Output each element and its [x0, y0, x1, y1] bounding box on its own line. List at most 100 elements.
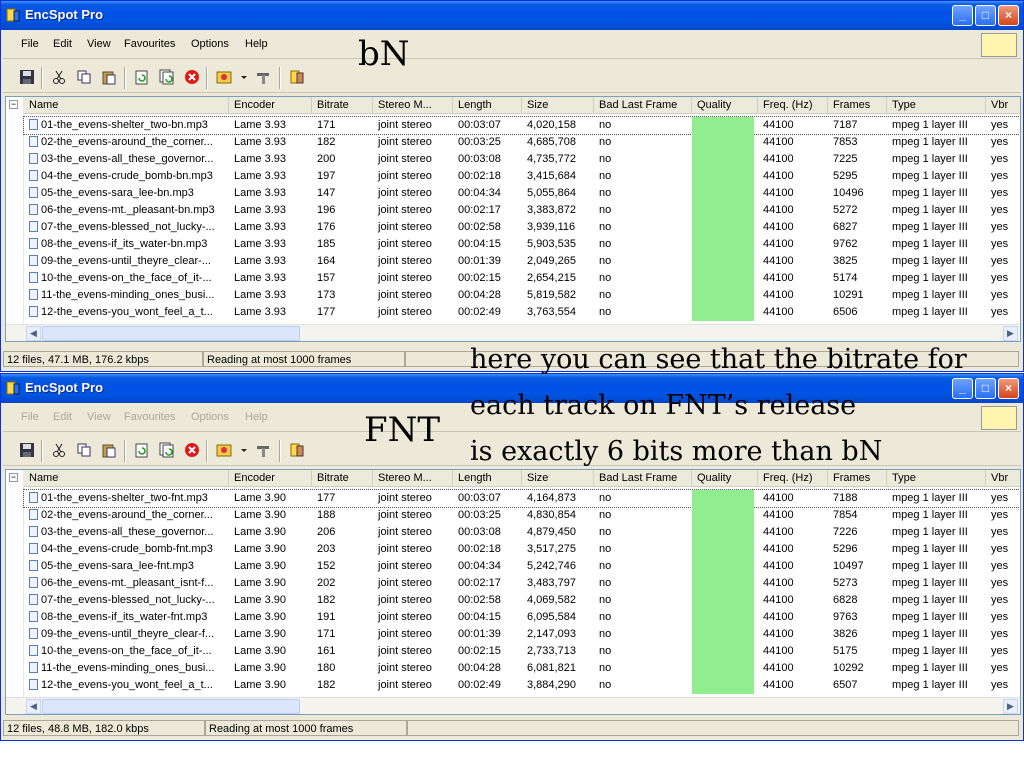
- collapse-icon[interactable]: −: [9, 473, 18, 482]
- column-header-vbr[interactable]: Vbr: [986, 97, 1020, 114]
- cut-icon[interactable]: [51, 442, 67, 458]
- table-row[interactable]: 09-the_evens-until_theyre_clear-... Lame …: [24, 253, 1020, 270]
- tools-icon[interactable]: [255, 442, 271, 458]
- table-row[interactable]: 11-the_evens-minding_ones_busi... Lame 3.…: [24, 660, 1020, 677]
- column-header-encoder[interactable]: Encoder: [229, 470, 312, 487]
- scroll-right-icon[interactable]: ▶: [1003, 326, 1018, 341]
- stop-icon[interactable]: [184, 442, 200, 458]
- scroll-thumb[interactable]: [42, 699, 300, 714]
- table-row[interactable]: 03-the_evens-all_these_governor... Lame 3…: [24, 524, 1020, 541]
- table-row[interactable]: 02-the_evens-around_the_corner... Lame 3.…: [24, 134, 1020, 151]
- about-icon[interactable]: [289, 442, 305, 458]
- maximize-button[interactable]: □: [975, 5, 996, 26]
- file-list[interactable]: − Name Encoder Bitrate Stereo M... Length Siz…: [5, 96, 1021, 342]
- refresh-all-icon[interactable]: [159, 442, 175, 458]
- save-icon[interactable]: [19, 442, 35, 458]
- stop-icon[interactable]: [184, 69, 200, 85]
- column-header-size[interactable]: Size: [522, 97, 594, 114]
- menu-view[interactable]: View: [87, 38, 111, 50]
- about-icon[interactable]: [289, 69, 305, 85]
- cell-frequency: 44100: [763, 645, 794, 657]
- table-row[interactable]: 10-the_evens-on_the_face_of_it-... Lame 3…: [24, 643, 1020, 660]
- close-button[interactable]: ×: [998, 5, 1019, 26]
- menu-help[interactable]: Help: [245, 38, 268, 50]
- column-header-bitrate[interactable]: Bitrate: [312, 97, 373, 114]
- tools-icon[interactable]: [255, 69, 271, 85]
- column-header-stereo-mode[interactable]: Stereo M...: [373, 97, 453, 114]
- dropdown-arrow-icon[interactable]: [239, 442, 249, 458]
- column-header-encoder[interactable]: Encoder: [229, 97, 312, 114]
- refresh-icon[interactable]: [134, 69, 150, 85]
- maximize-button[interactable]: □: [975, 378, 996, 399]
- scroll-thumb[interactable]: [42, 326, 300, 341]
- column-header-bitrate[interactable]: Bitrate: [312, 470, 373, 487]
- menu-favourites[interactable]: Favourites: [124, 38, 175, 50]
- table-row[interactable]: 11-the_evens-minding_ones_busi... Lame 3.…: [24, 287, 1020, 304]
- menu-file[interactable]: File: [21, 38, 39, 50]
- horizontal-scrollbar[interactable]: ◀ ▶: [6, 697, 1020, 714]
- column-header-name[interactable]: Name: [24, 97, 229, 114]
- table-row[interactable]: 02-the_evens-around_the_corner... Lame 3.…: [24, 507, 1020, 524]
- column-header-type[interactable]: Type: [887, 97, 986, 114]
- column-header-quality[interactable]: Quality: [692, 97, 758, 114]
- menu-edit[interactable]: Edit: [53, 411, 72, 423]
- menu-favourites[interactable]: Favourites: [124, 411, 175, 423]
- collapse-icon[interactable]: −: [9, 100, 18, 109]
- table-row[interactable]: 01-the_evens-shelter_two-bn.mp3 Lame 3.93…: [23, 116, 1020, 135]
- table-row[interactable]: 03-the_evens-all_these_governor... Lame 3…: [24, 151, 1020, 168]
- table-row[interactable]: 08-the_evens-if_its_water-fnt.mp3 Lame 3.…: [24, 609, 1020, 626]
- scroll-left-icon[interactable]: ◀: [26, 326, 41, 341]
- column-header-stereo-mode[interactable]: Stereo M...: [373, 470, 453, 487]
- cell-stereo-mode: joint stereo: [378, 289, 432, 301]
- cell-type: mpeg 1 layer III: [892, 221, 968, 233]
- favourites-icon[interactable]: [216, 442, 232, 458]
- table-row[interactable]: 10-the_evens-on_the_face_of_it-... Lame 3…: [24, 270, 1020, 287]
- cell-encoder: Lame 3.93: [234, 119, 286, 131]
- menu-view[interactable]: View: [87, 411, 111, 423]
- table-row[interactable]: 05-the_evens-sara_lee-bn.mp3 Lame 3.93 147…: [24, 185, 1020, 202]
- table-row[interactable]: 06-the_evens-mt._pleasant_isnt-f... Lame …: [24, 575, 1020, 592]
- column-header-frequency[interactable]: Freq. (Hz): [758, 97, 828, 114]
- menu-options[interactable]: Options: [191, 38, 229, 50]
- paste-icon[interactable]: [101, 442, 117, 458]
- table-row[interactable]: 06-the_evens-mt._pleasant-bn.mp3 Lame 3.9…: [24, 202, 1020, 219]
- scroll-left-icon[interactable]: ◀: [26, 699, 41, 714]
- menu-help[interactable]: Help: [245, 411, 268, 423]
- table-row[interactable]: 05-the_evens-sara_lee-fnt.mp3 Lame 3.90 15…: [24, 558, 1020, 575]
- column-header-length[interactable]: Length: [453, 97, 522, 114]
- titlebar[interactable]: EncSpot Pro _ □ ×: [1, 1, 1023, 30]
- menu-options[interactable]: Options: [191, 411, 229, 423]
- table-row[interactable]: 08-the_evens-if_its_water-bn.mp3 Lame 3.9…: [24, 236, 1020, 253]
- table-row[interactable]: 12-the_evens-you_wont_feel_a_t... Lame 3.…: [24, 677, 1020, 694]
- column-header-name[interactable]: Name: [24, 470, 229, 487]
- save-icon[interactable]: [19, 69, 35, 85]
- app-icon: [6, 8, 20, 22]
- table-row[interactable]: 09-the_evens-until_theyre_clear-f... Lame…: [24, 626, 1020, 643]
- refresh-icon[interactable]: [134, 442, 150, 458]
- scroll-right-icon[interactable]: ▶: [1003, 699, 1018, 714]
- dropdown-arrow-icon[interactable]: [239, 69, 249, 85]
- copy-icon[interactable]: [76, 69, 92, 85]
- menu-file[interactable]: File: [21, 411, 39, 423]
- paste-icon[interactable]: [101, 69, 117, 85]
- table-row[interactable]: 12-the_evens-you_wont_feel_a_t... Lame 3.…: [24, 304, 1020, 321]
- table-row[interactable]: 01-the_evens-shelter_two-fnt.mp3 Lame 3.9…: [23, 489, 1020, 508]
- copy-icon[interactable]: [76, 442, 92, 458]
- table-row[interactable]: 04-the_evens-crude_bomb-fnt.mp3 Lame 3.90…: [24, 541, 1020, 558]
- cell-encoder: Lame 3.93: [234, 153, 286, 165]
- column-header-vbr[interactable]: Vbr: [986, 470, 1020, 487]
- column-header-frames[interactable]: Frames: [828, 97, 887, 114]
- close-button[interactable]: ×: [998, 378, 1019, 399]
- cell-name: 10-the_evens-on_the_face_of_it-...: [24, 643, 229, 660]
- file-list[interactable]: − Name Encoder Bitrate Stereo M... Length Siz…: [5, 469, 1021, 715]
- minimize-button[interactable]: _: [952, 5, 973, 26]
- table-row[interactable]: 04-the_evens-crude_bomb-bn.mp3 Lame 3.93 1…: [24, 168, 1020, 185]
- favourites-icon[interactable]: [216, 69, 232, 85]
- refresh-all-icon[interactable]: [159, 69, 175, 85]
- cell-length: 00:03:25: [458, 136, 501, 148]
- column-header-bad-last-frame[interactable]: Bad Last Frame: [594, 97, 692, 114]
- table-row[interactable]: 07-the_evens-blessed_not_lucky-... Lame 3…: [24, 592, 1020, 609]
- menu-edit[interactable]: Edit: [53, 38, 72, 50]
- cut-icon[interactable]: [51, 69, 67, 85]
- table-row[interactable]: 07-the_evens-blessed_not_lucky-... Lame 3…: [24, 219, 1020, 236]
